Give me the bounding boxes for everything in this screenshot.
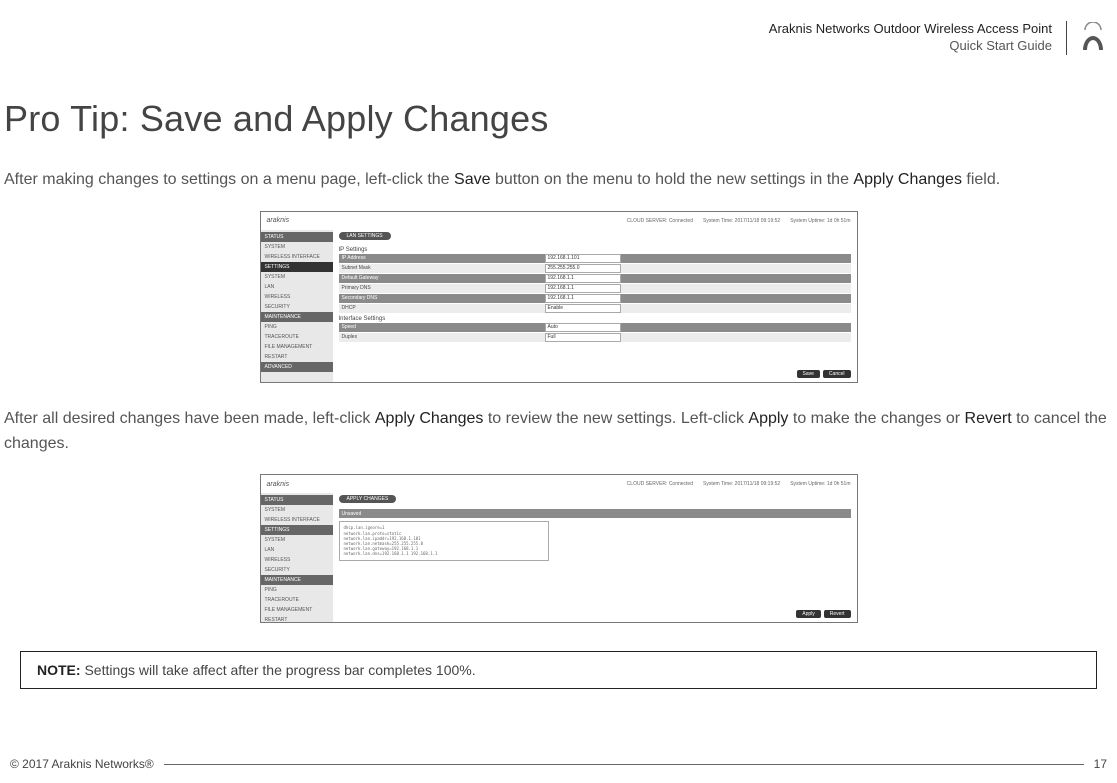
sc1-side-item[interactable]: WIRELESS: [261, 292, 333, 302]
sc1-brand: araknis: [267, 217, 290, 224]
cancel-button[interactable]: Cancel: [823, 370, 851, 378]
unsaved-changes-text: dhcp.lan.ignore=1 network.lan.proto=stat…: [339, 521, 549, 560]
subnet-input[interactable]: 255.255.255.0: [545, 264, 621, 273]
sc1-side-settings[interactable]: SETTINGS: [261, 262, 333, 272]
note-label: NOTE:: [37, 662, 81, 678]
sc1-side-adv[interactable]: ADVANCED: [261, 362, 333, 372]
gateway-input[interactable]: 192.168.1.1: [545, 274, 621, 283]
doc-type: Quick Start Guide: [769, 38, 1052, 55]
sc1-uptime: System Uptime: 1d 0h 51m: [790, 218, 850, 224]
sc1-side-maint[interactable]: MAINTENANCE: [261, 312, 333, 322]
screenshot-lan-settings: araknis CLOUD SERVER: Connected System T…: [260, 211, 858, 383]
note-text: Settings will take affect after the prog…: [81, 662, 476, 678]
sc2-side-item[interactable]: WIRELESS: [261, 555, 333, 565]
sc1-section-iface: Interface Settings: [339, 316, 851, 322]
footer-rule: [164, 764, 1084, 765]
speed-input[interactable]: Auto: [545, 323, 621, 332]
sc2-sidebar: STATUS SYSTEM WIRELESS INTERFACE SETTING…: [261, 493, 333, 622]
screenshot-apply-changes: araknis CLOUD SERVER: Connected System T…: [260, 474, 858, 623]
doc-header: Araknis Networks Outdoor Wireless Access…: [0, 18, 1117, 58]
product-name: Araknis Networks Outdoor Wireless Access…: [769, 21, 1052, 38]
sc1-system-time: System Time: 2017/11/18 09:19:52: [703, 218, 780, 224]
sc2-system-time: System Time: 2017/11/18 09:19:52: [703, 481, 780, 487]
sc2-side-item[interactable]: SYSTEM: [261, 505, 333, 515]
sc2-brand: araknis: [267, 481, 290, 488]
sc2-side-item[interactable]: PING: [261, 585, 333, 595]
sc1-section-ip: IP Settings: [339, 247, 851, 253]
sc2-page-pill: APPLY CHANGES: [339, 495, 397, 503]
sc2-side-maint[interactable]: MAINTENANCE: [261, 575, 333, 585]
sc2-side-item[interactable]: TRACEROUTE: [261, 595, 333, 605]
sc2-side-settings[interactable]: SETTINGS: [261, 525, 333, 535]
duplex-input[interactable]: Full: [545, 333, 621, 342]
doc-header-text: Araknis Networks Outdoor Wireless Access…: [769, 21, 1067, 55]
note-callout: NOTE: Settings will take affect after th…: [20, 651, 1097, 689]
sc1-side-item[interactable]: PING: [261, 322, 333, 332]
revert-button[interactable]: Revert: [824, 610, 851, 618]
sc2-side-item[interactable]: SYSTEM: [261, 535, 333, 545]
save-button[interactable]: Save: [797, 370, 820, 378]
sc1-side-item[interactable]: FILE MANAGEMENT: [261, 342, 333, 352]
sc1-page-pill: LAN SETTINGS: [339, 232, 391, 240]
sc2-side-item[interactable]: FILE MANAGEMENT: [261, 605, 333, 615]
sc1-side-item[interactable]: RESTART: [261, 352, 333, 362]
sc1-side-item[interactable]: SYSTEM: [261, 242, 333, 252]
unsaved-label: Unsaved: [342, 511, 362, 517]
sc2-side-item[interactable]: WIRELESS INTERFACE: [261, 515, 333, 525]
paragraph-2: After all desired changes have been made…: [4, 407, 1113, 457]
sc1-sidebar: STATUS SYSTEM WIRELESS INTERFACE SETTING…: [261, 230, 333, 382]
apply-button[interactable]: Apply: [796, 610, 821, 618]
copyright: © 2017 Araknis Networks®: [10, 757, 154, 771]
dns1-input[interactable]: 192.168.1.1: [545, 284, 621, 293]
sc2-uptime: System Uptime: 1d 0h 51m: [790, 481, 850, 487]
sc1-side-item[interactable]: TRACEROUTE: [261, 332, 333, 342]
sc1-side-item[interactable]: SECURITY: [261, 302, 333, 312]
dhcp-input[interactable]: Enable: [545, 304, 621, 313]
paragraph-1: After making changes to settings on a me…: [4, 168, 1113, 193]
sc1-side-item[interactable]: LAN: [261, 282, 333, 292]
sc1-side-status[interactable]: STATUS: [261, 232, 333, 242]
sc1-side-item[interactable]: WIRELESS INTERFACE: [261, 252, 333, 262]
sc2-side-item[interactable]: RESTART: [261, 615, 333, 623]
sc2-side-item[interactable]: SECURITY: [261, 565, 333, 575]
sc2-side-status[interactable]: STATUS: [261, 495, 333, 505]
brand-logo-icon: [1079, 22, 1107, 54]
sc2-cloud-status: CLOUD SERVER: Connected: [627, 481, 693, 487]
sc1-cloud-status: CLOUD SERVER: Connected: [627, 218, 693, 224]
page-title: Pro Tip: Save and Apply Changes: [0, 98, 1117, 140]
page-footer: © 2017 Araknis Networks® 17: [0, 757, 1117, 771]
ip-address-input[interactable]: 192.168.1.101: [545, 254, 621, 263]
dns2-input[interactable]: 192.168.1.1: [545, 294, 621, 303]
sc1-side-item[interactable]: SYSTEM: [261, 272, 333, 282]
sc2-side-item[interactable]: LAN: [261, 545, 333, 555]
page-number: 17: [1094, 757, 1107, 771]
